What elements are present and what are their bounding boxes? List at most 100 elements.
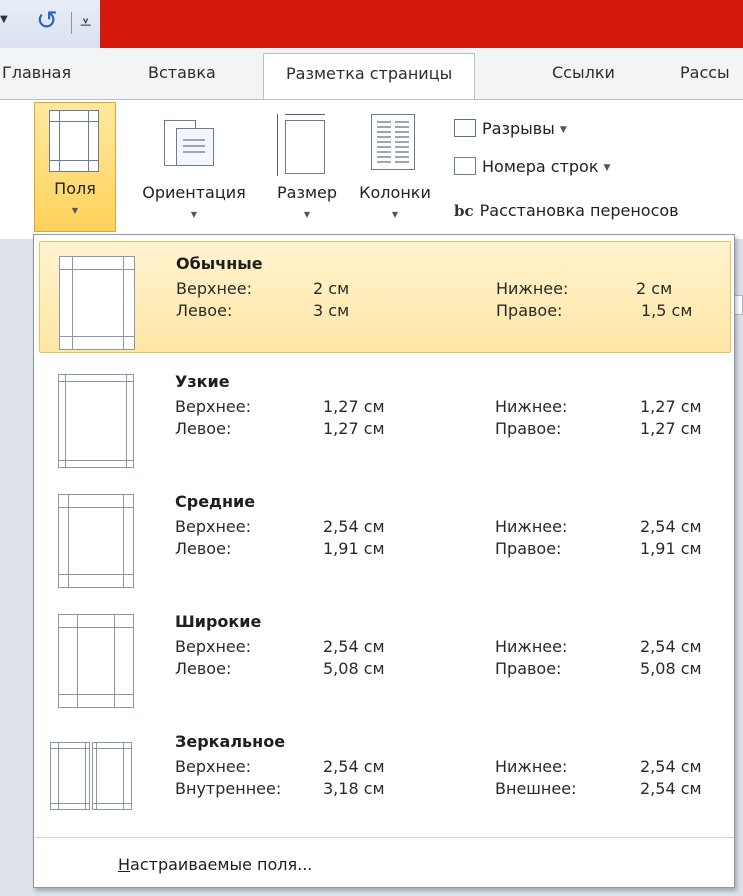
chevron-down-icon: ▼ xyxy=(391,210,399,219)
left-value: 1,27 см xyxy=(323,419,385,438)
preset-moderate[interactable]: Средние Верхнее: 2,54 см Нижнее: 2,54 см… xyxy=(39,480,731,592)
columns-icon xyxy=(371,114,415,170)
bottom-value: 2,54 см xyxy=(640,757,702,776)
right-label: Правое: xyxy=(495,539,562,558)
orientation-button[interactable]: Ориентация ▼ xyxy=(120,102,268,232)
top-value: 2,54 см xyxy=(323,517,385,536)
tab-references[interactable]: Ссылки xyxy=(552,62,615,84)
bottom-label: Нижнее: xyxy=(495,517,568,536)
top-value: 1,27 см xyxy=(323,397,385,416)
quick-access-toolbar: ▼ ↺ ⩡ xyxy=(0,0,100,48)
hyphenation-button[interactable]: bc Расстановка переносов xyxy=(454,200,679,222)
outside-value: 2,54 см xyxy=(640,779,702,798)
outside-label: Внешнее: xyxy=(495,779,577,798)
right-label: Правое: xyxy=(495,659,562,678)
right-label: Правое: xyxy=(496,301,563,320)
line-numbers-icon xyxy=(454,157,476,175)
custom-margins-item[interactable]: Настраиваемые поля... xyxy=(118,855,312,874)
columns-label: Колонки xyxy=(359,183,431,202)
page-size-icon xyxy=(277,114,327,176)
preset-narrow[interactable]: Узкие Верхнее: 1,27 см Нижнее: 1,27 см Л… xyxy=(39,360,731,472)
bottom-label: Нижнее: xyxy=(495,637,568,656)
orientation-label: Ориентация xyxy=(142,183,246,202)
ribbon-tabs: Главная Вставка Разметка страницы Ссылки… xyxy=(0,48,743,101)
tab-home[interactable]: Главная xyxy=(2,62,71,84)
margin-preview-icon xyxy=(50,742,132,810)
custom-margins-label: астраиваемые поля... xyxy=(130,855,313,874)
columns-button[interactable]: Колонки ▼ xyxy=(347,102,443,232)
left-label: Левое: xyxy=(175,419,232,438)
right-value: 5,08 см xyxy=(640,659,702,678)
menu-separator xyxy=(34,837,734,838)
line-numbers-button[interactable]: Номера строк ▼ xyxy=(454,156,610,179)
toolbar-separator xyxy=(71,12,72,34)
bottom-value: 1,27 см xyxy=(640,397,702,416)
margin-preview-icon xyxy=(58,614,134,708)
page-break-icon xyxy=(454,119,476,137)
customize-qat-icon[interactable]: ⩡ xyxy=(80,8,91,36)
left-label: Левое: xyxy=(176,301,233,320)
undo-icon[interactable]: ↺ xyxy=(36,4,58,38)
chevron-down-icon: ▼ xyxy=(303,210,311,219)
preset-mirrored[interactable]: Зеркальное Верхнее: 2,54 см Нижнее: 2,54… xyxy=(39,720,731,832)
bottom-value: 2,54 см xyxy=(640,517,702,536)
margin-preview-icon xyxy=(59,256,135,350)
size-label: Размер xyxy=(276,183,338,202)
hyphenation-icon: bc xyxy=(454,202,474,220)
right-value: 1,27 см xyxy=(640,419,702,438)
top-label: Верхнее: xyxy=(175,397,251,416)
breaks-label: Разрывы xyxy=(482,119,555,138)
title-bar: ▼ ↺ ⩡ xyxy=(0,0,743,48)
margins-dropdown: Обычные Верхнее: 2 см Нижнее: 2 см Левое… xyxy=(33,234,735,888)
margins-icon xyxy=(49,110,99,172)
bottom-label: Нижнее: xyxy=(496,279,569,298)
tab-insert[interactable]: Вставка xyxy=(148,62,216,84)
preset-name: Зеркальное xyxy=(175,732,286,751)
line-numbers-label: Номера строк xyxy=(482,157,599,176)
preset-name: Средние xyxy=(175,492,256,511)
margins-button[interactable]: Поля ▼ xyxy=(34,102,116,232)
tab-mailings[interactable]: Рассы xyxy=(680,62,730,84)
chevron-down-icon: ▼ xyxy=(559,125,567,135)
chevron-down-icon: ▼ xyxy=(603,163,611,173)
top-value: 2,54 см xyxy=(323,637,385,656)
preset-name: Узкие xyxy=(175,372,230,391)
margins-label: Поля xyxy=(54,179,96,198)
bottom-label: Нижнее: xyxy=(495,397,568,416)
margin-preview-icon xyxy=(58,374,134,468)
size-button[interactable]: Размер ▼ xyxy=(265,102,349,232)
preset-name: Обычные xyxy=(176,254,263,273)
top-label: Верхнее: xyxy=(176,279,252,298)
top-label: Верхнее: xyxy=(175,517,251,536)
ribbon-page-layout: Поля ▼ Ориентация ▼ Размер ▼ Колонки ▼ Р… xyxy=(0,99,743,239)
preset-name: Широкие xyxy=(175,612,262,631)
dropdown-arrow-icon[interactable]: ▼ xyxy=(0,14,8,25)
top-value: 2 см xyxy=(313,279,350,298)
bottom-value: 2 см xyxy=(636,279,673,298)
top-value: 2,54 см xyxy=(323,757,385,776)
bottom-label: Нижнее: xyxy=(495,757,568,776)
inside-label: Внутреннее: xyxy=(175,779,282,798)
preset-wide[interactable]: Широкие Верхнее: 2,54 см Нижнее: 2,54 см… xyxy=(39,600,731,712)
right-value: 1,5 см xyxy=(641,301,693,320)
chevron-down-icon: ▼ xyxy=(71,206,79,215)
orientation-icon xyxy=(164,112,216,172)
right-label: Правое: xyxy=(495,419,562,438)
left-label: Левое: xyxy=(175,539,232,558)
breaks-button[interactable]: Разрывы ▼ xyxy=(454,118,567,141)
tab-page-layout[interactable]: Разметка страницы xyxy=(263,53,476,101)
top-label: Верхнее: xyxy=(175,757,251,776)
accelerator-key: Н xyxy=(118,855,131,874)
chevron-down-icon: ▼ xyxy=(190,210,198,219)
left-label: Левое: xyxy=(175,659,232,678)
left-value: 1,91 см xyxy=(323,539,385,558)
bottom-value: 2,54 см xyxy=(640,637,702,656)
inside-value: 3,18 см xyxy=(323,779,385,798)
preset-normal[interactable]: Обычные Верхнее: 2 см Нижнее: 2 см Левое… xyxy=(39,241,731,353)
margin-preview-icon xyxy=(58,494,134,588)
right-value: 1,91 см xyxy=(640,539,702,558)
hyphenation-label: Расстановка переносов xyxy=(479,201,679,220)
top-label: Верхнее: xyxy=(175,637,251,656)
left-value: 5,08 см xyxy=(323,659,385,678)
left-value: 3 см xyxy=(313,301,350,320)
